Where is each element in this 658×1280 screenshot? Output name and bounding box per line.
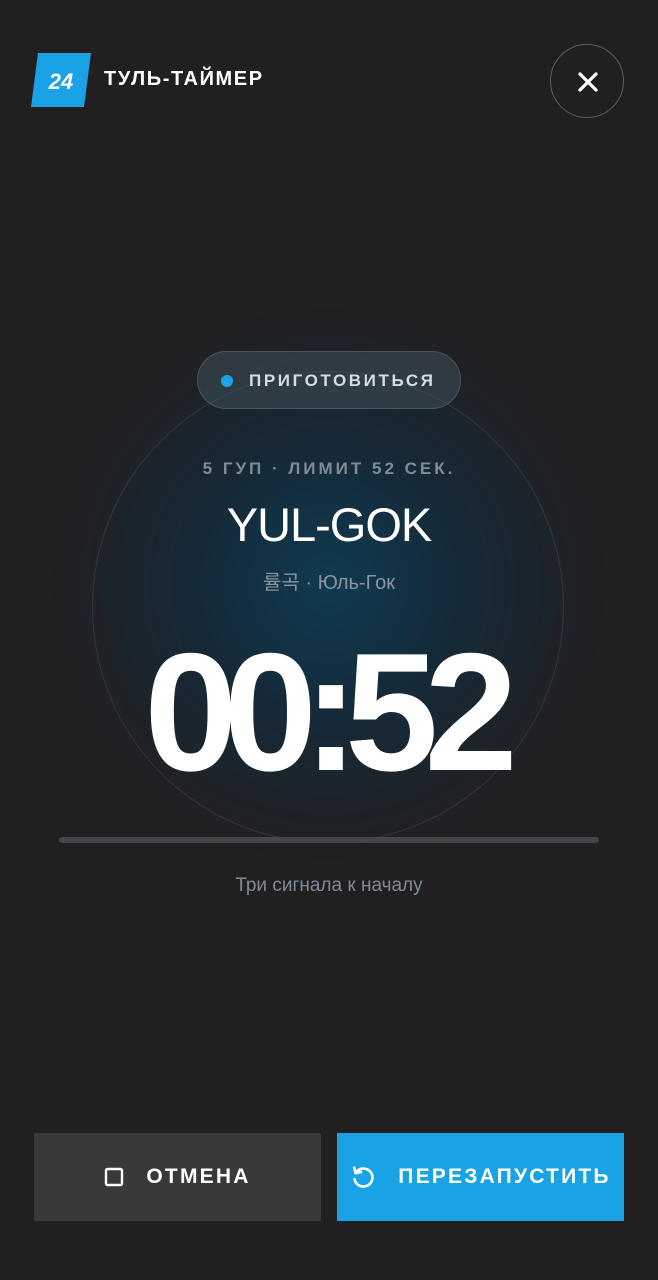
pattern-name: YUL-GOK: [226, 498, 433, 551]
pattern-translit: 률곡 · Юль-Гок: [263, 572, 395, 594]
restart-label: ПЕРЕЗАПУСТИТЬ: [398, 1165, 611, 1188]
status-badge: ПРИГОТОВИТЬСЯ: [197, 351, 461, 409]
progress-bar: [59, 837, 599, 843]
restart-icon: [350, 1164, 376, 1190]
close-button[interactable]: [550, 44, 624, 118]
stop-square-icon: [104, 1167, 124, 1187]
status-label: ПРИГОТОВИТЬСЯ: [249, 371, 436, 390]
restart-button[interactable]: ПЕРЕЗАПУСТИТЬ: [337, 1133, 624, 1221]
pattern-meta: 5 ГУП · ЛИМИТ 52 СЕК.: [202, 459, 456, 478]
cancel-button[interactable]: ОТМЕНА: [34, 1133, 321, 1221]
cancel-label: ОТМЕНА: [146, 1165, 251, 1188]
app-title: ТУЛЬ-ТАЙМЕР: [104, 68, 264, 90]
status-dot: [221, 375, 233, 387]
close-icon: [578, 72, 598, 92]
start-hint: Три сигнала к началу: [235, 875, 423, 896]
logo-text: 24: [48, 69, 73, 94]
countdown-timer: 00:52: [144, 618, 518, 806]
app-logo: 24: [31, 53, 91, 107]
